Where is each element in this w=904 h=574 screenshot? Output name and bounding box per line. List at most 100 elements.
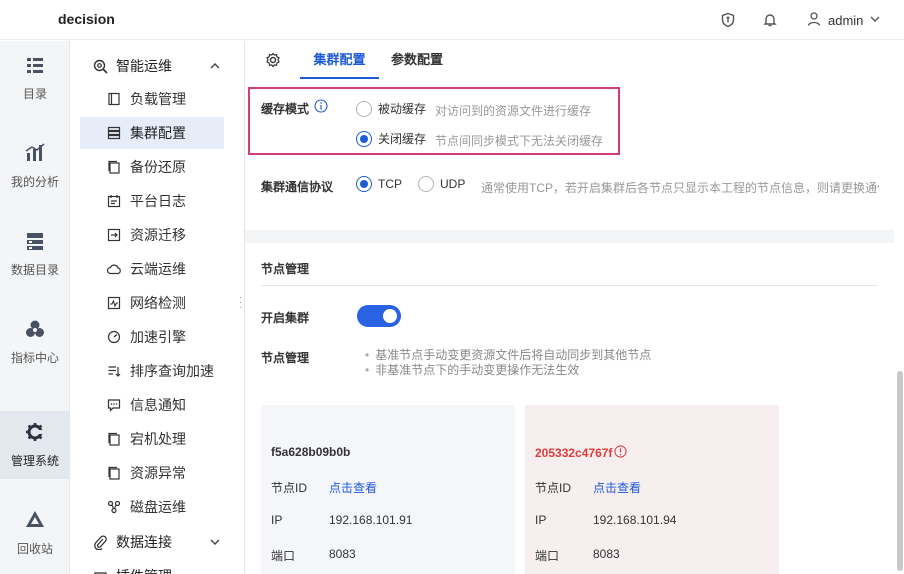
menu-item-cluster[interactable]: 集群配置	[80, 117, 224, 149]
node-title-text: 205332c4767f	[535, 446, 613, 460]
warning-info-icon[interactable]	[614, 445, 628, 461]
sort-icon	[107, 364, 121, 378]
chevron-up-icon	[209, 59, 221, 75]
cloud-icon	[107, 262, 121, 276]
tab-param-config[interactable]: 参数配置	[385, 41, 449, 79]
catalog-icon	[24, 54, 46, 79]
chevron-down-icon	[869, 13, 881, 28]
menu-item-label: 平台日志	[130, 193, 186, 209]
rail-item-recycle[interactable]: 回收站	[0, 499, 70, 567]
node-port-label: 端口	[271, 549, 296, 563]
info-icon[interactable]	[314, 99, 328, 116]
data-catalog-icon	[24, 230, 46, 255]
rail-label: 指标中心	[10, 351, 59, 365]
shield-icon[interactable]	[718, 10, 738, 30]
app-brand: decision	[58, 11, 115, 27]
group-plugin[interactable]: 插件管理	[70, 561, 244, 574]
node-card[interactable]: f5a628b09b0b 节点ID 点击查看 IP 192.168.101.91…	[261, 405, 515, 574]
migrate-icon	[107, 228, 121, 242]
menu-item-cloud[interactable]: 云端运维	[80, 253, 224, 285]
notify-icon	[107, 398, 121, 412]
paperclip-icon	[92, 534, 108, 550]
cache-mode-label: 缓存模式	[261, 102, 310, 116]
user-menu[interactable]: admin	[806, 10, 881, 30]
top-bar: decision admin	[0, 0, 904, 40]
log-icon	[107, 194, 121, 208]
rail-item-data-catalog[interactable]: 数据目录	[0, 220, 70, 288]
menu-item-label: 资源异常	[130, 465, 186, 481]
menu-item-label: 资源迁移	[130, 227, 186, 243]
passive-cache-hint: 对访问到的资源文件进行缓存	[435, 104, 592, 118]
bell-icon[interactable]	[760, 10, 780, 30]
node-ip-label: IP	[271, 513, 283, 527]
scrollbar[interactable]	[897, 371, 903, 571]
menu-item-notify[interactable]: 信息通知	[80, 389, 224, 421]
menu-item-log[interactable]: 平台日志	[80, 185, 224, 217]
group-data-connect[interactable]: 数据连接	[70, 527, 244, 557]
management-gear-icon	[24, 421, 46, 446]
node-id-view-link[interactable]: 点击查看	[329, 479, 377, 496]
menu-item-label: 负载管理	[130, 91, 186, 107]
recycle-icon	[24, 509, 46, 534]
node-title: 205332c4767f	[535, 445, 628, 461]
group-label: 插件管理	[116, 566, 172, 574]
chevron-down-icon	[209, 535, 221, 551]
node-port-label: 端口	[535, 549, 560, 563]
menu-item-resource-error[interactable]: 资源异常	[80, 457, 224, 489]
menu-item-load[interactable]: 负载管理	[80, 83, 224, 115]
node-id-row: 节点ID 点击查看	[271, 479, 377, 496]
radio-label: UDP	[440, 177, 466, 191]
tab-cluster-config[interactable]: 集群配置	[300, 41, 379, 79]
node-id-label: 节点ID	[271, 481, 308, 495]
menu-item-network[interactable]: 网络检测	[80, 287, 224, 319]
radio-dot	[356, 100, 372, 117]
radio-passive-cache[interactable]: 被动缓存	[356, 100, 426, 117]
node-card-warning[interactable]: 205332c4767f 节点ID 点击查看 IP 192.168.101.94…	[525, 405, 779, 574]
node-ip-value: 192.168.101.91	[329, 513, 413, 527]
analysis-icon	[24, 142, 46, 167]
menu-item-sort[interactable]: 排序查询加速	[80, 355, 224, 387]
note-item: 基准节点手动变更资源文件后将自动同步到其他节点	[365, 348, 651, 363]
group-label: 智能运维	[116, 58, 172, 74]
rail-item-catalog[interactable]: 目录	[0, 44, 70, 112]
menu-item-migrate[interactable]: 资源迁移	[80, 219, 224, 251]
radio-close-cache[interactable]: 关闭缓存	[356, 130, 426, 147]
menu-item-label: 排序查询加速	[130, 363, 214, 379]
menu-item-speed[interactable]: 加速引擎	[80, 321, 224, 353]
plugin-icon	[92, 568, 108, 574]
radio-udp[interactable]: UDP	[418, 176, 465, 192]
menu-item-label: 备份还原	[130, 159, 186, 175]
menu-item-backup[interactable]: 备份还原	[80, 151, 224, 183]
node-ip-label: IP	[535, 513, 547, 527]
rail-item-management[interactable]: 管理系统	[0, 411, 70, 479]
gear-icon[interactable]	[265, 52, 283, 70]
rail-item-metrics[interactable]: 指标中心	[0, 308, 70, 376]
menu-item-label: 磁盘运维	[130, 499, 186, 515]
load-icon	[107, 92, 121, 106]
cluster-icon	[107, 126, 121, 140]
menu-item-label: 加速引擎	[130, 329, 186, 345]
node-id-view-link[interactable]: 点击查看	[593, 479, 641, 496]
group-label: 数据连接	[116, 534, 172, 550]
menu-item-label: 云端运维	[130, 261, 186, 277]
radio-tcp[interactable]: TCP	[356, 176, 402, 192]
node-id-label: 节点ID	[535, 481, 572, 495]
rail-item-analysis[interactable]: 我的分析	[0, 132, 70, 200]
node-manage-notes: 基准节点手动变更资源文件后将自动同步到其他节点 非基准节点下的手动变更操作无法生…	[365, 348, 651, 378]
main-panel: 集群配置 参数配置 缓存模式 被动缓存 对访问到的资源文件进行缓存 关闭缓存 节…	[245, 41, 904, 574]
menu-item-disk[interactable]: 磁盘运维	[80, 491, 224, 523]
group-smart-ops[interactable]: 智能运维	[70, 51, 244, 81]
enable-cluster-label: 开启集群	[261, 311, 310, 325]
node-port-row: 端口 8083	[535, 547, 620, 564]
node-section-title: 节点管理	[261, 262, 310, 276]
menu-item-crash[interactable]: 宕机处理	[80, 423, 224, 455]
rail-label: 数据目录	[10, 263, 59, 277]
rail-label: 目录	[22, 87, 47, 101]
rail-label: 我的分析	[10, 175, 59, 189]
left-rail: 目录 我的分析 数据目录 指标中心 管理系统 回收站	[0, 41, 70, 574]
speed-icon	[107, 330, 121, 344]
tab-bar: 集群配置 参数配置	[245, 41, 904, 81]
radio-label: 关闭缓存	[378, 132, 427, 146]
enable-cluster-toggle[interactable]	[357, 305, 401, 327]
sub-menu: 智能运维 负载管理 集群配置 备份还原 平台日志 资源迁移 云端运维 网络检测 …	[70, 41, 245, 574]
